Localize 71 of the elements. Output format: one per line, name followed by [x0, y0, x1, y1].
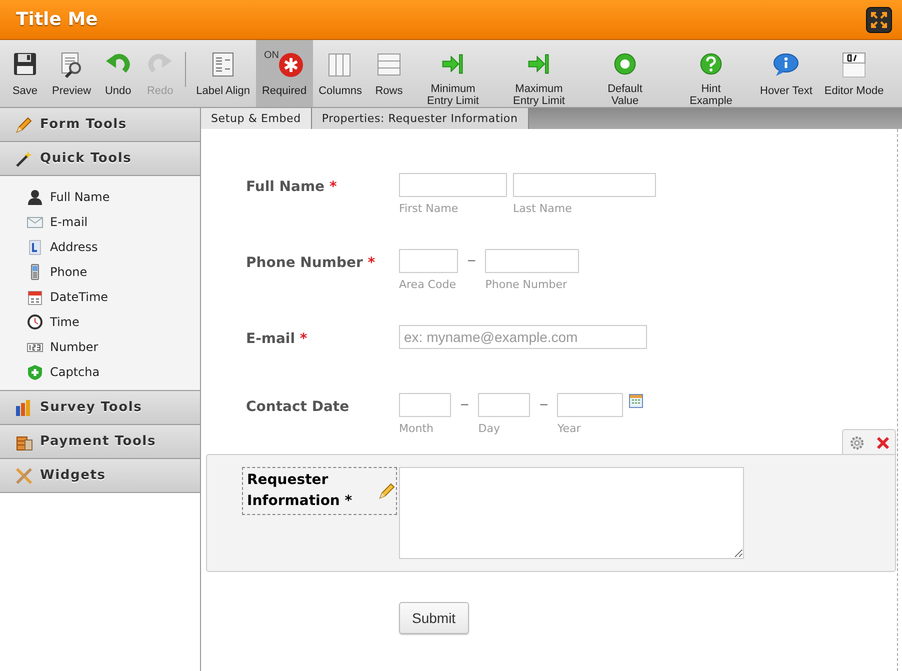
toolbar-button[interactable]: Columns [312, 40, 368, 107]
text-field[interactable] [557, 393, 624, 417]
field-label: Phone Number * [246, 254, 376, 271]
text-area[interactable] [399, 467, 744, 559]
sidebar-section-header[interactable]: Survey Tools [0, 391, 200, 425]
field-sublabel: First Name [399, 202, 460, 215]
submit-button[interactable]: Submit [399, 602, 469, 634]
toolbar-button[interactable]: Rows [368, 40, 410, 107]
close-icon[interactable] [876, 436, 890, 450]
sidebar-item[interactable]: Phone [0, 259, 200, 284]
sidebar-item[interactable]: Number [0, 334, 200, 359]
shield-icon [27, 364, 43, 380]
field-sublabel: Phone Number [485, 278, 568, 291]
gear-icon[interactable] [848, 434, 864, 450]
sidebar-section-header[interactable]: Widgets [0, 459, 200, 493]
tools-icon [14, 466, 34, 486]
clock-icon [27, 314, 43, 330]
info-bubble-icon [772, 51, 800, 79]
tab[interactable]: Properties: Requester Information [312, 108, 529, 129]
address-card-icon [27, 238, 43, 254]
sidebar-section-header[interactable]: Payment Tools [0, 425, 200, 459]
text-field[interactable] [478, 393, 530, 417]
text-field[interactable] [513, 173, 656, 197]
expand-icon[interactable] [866, 6, 892, 32]
sidebar-item[interactable]: Time [0, 309, 200, 334]
tab[interactable]: Setup & Embed [201, 108, 312, 129]
sidebar-item[interactable]: Captcha [0, 359, 200, 384]
sidebar-section-header[interactable]: Form Tools [0, 108, 200, 142]
person-icon [27, 188, 43, 204]
asterisk-icon [277, 51, 306, 79]
toolbar-button[interactable]: Minimum Entry Limit [410, 40, 496, 107]
sidebar-item[interactable]: Address [0, 234, 200, 259]
dash: – [539, 395, 548, 411]
field-sublabel: Month [399, 422, 434, 435]
text-format-icon [840, 51, 868, 79]
sidebar-item[interactable]: E-mail [0, 209, 200, 234]
toolbar-button[interactable]: Hover Text [754, 40, 818, 107]
toolbar-button[interactable]: ON Required [256, 40, 313, 107]
window-title: Title Me [16, 9, 98, 30]
dash: – [467, 251, 476, 267]
sidebar-section-header[interactable]: Quick Tools [0, 142, 200, 176]
sidebar-item[interactable]: Full Name [0, 184, 200, 209]
field-sublabel: Area Code [399, 278, 457, 291]
toolbar-button[interactable]: Preview [46, 40, 98, 107]
calendar-icon [27, 288, 43, 304]
field-label[interactable]: Requester Information * [242, 467, 397, 515]
field-label: Full Name * [246, 178, 338, 195]
text-field[interactable] [485, 249, 580, 273]
text-field[interactable] [399, 249, 458, 273]
pencil-icon [14, 114, 34, 134]
toolbar-button[interactable]: Editor Mode [818, 40, 890, 107]
toolbar-button[interactable]: Undo [97, 40, 140, 107]
text-field[interactable] [399, 393, 451, 417]
on-label: ON [264, 50, 279, 61]
pencil-icon [378, 482, 396, 500]
toolbar-button[interactable]: Maximum Entry Limit [496, 40, 582, 107]
calendar-icon [629, 394, 644, 408]
field-sublabel: Year [557, 422, 582, 435]
toolbar-button[interactable]: Default Value [582, 40, 668, 107]
email-field[interactable]: ex: myname@example.com [399, 325, 647, 349]
field-sublabel: Last Name [513, 202, 573, 215]
toolbar-button[interactable]: Label Align [190, 40, 256, 107]
field-label: E-mail * [246, 330, 308, 347]
text-field[interactable] [399, 173, 507, 197]
sidebar-item[interactable]: DateTime [0, 284, 200, 309]
dash: – [460, 395, 470, 411]
field-sublabel: Day [478, 422, 501, 435]
toolbar-button[interactable]: Hint Example [668, 40, 754, 107]
wand-icon [14, 148, 34, 168]
field-label: Contact Date [246, 398, 350, 415]
toolbar-button[interactable]: Save [4, 40, 46, 107]
